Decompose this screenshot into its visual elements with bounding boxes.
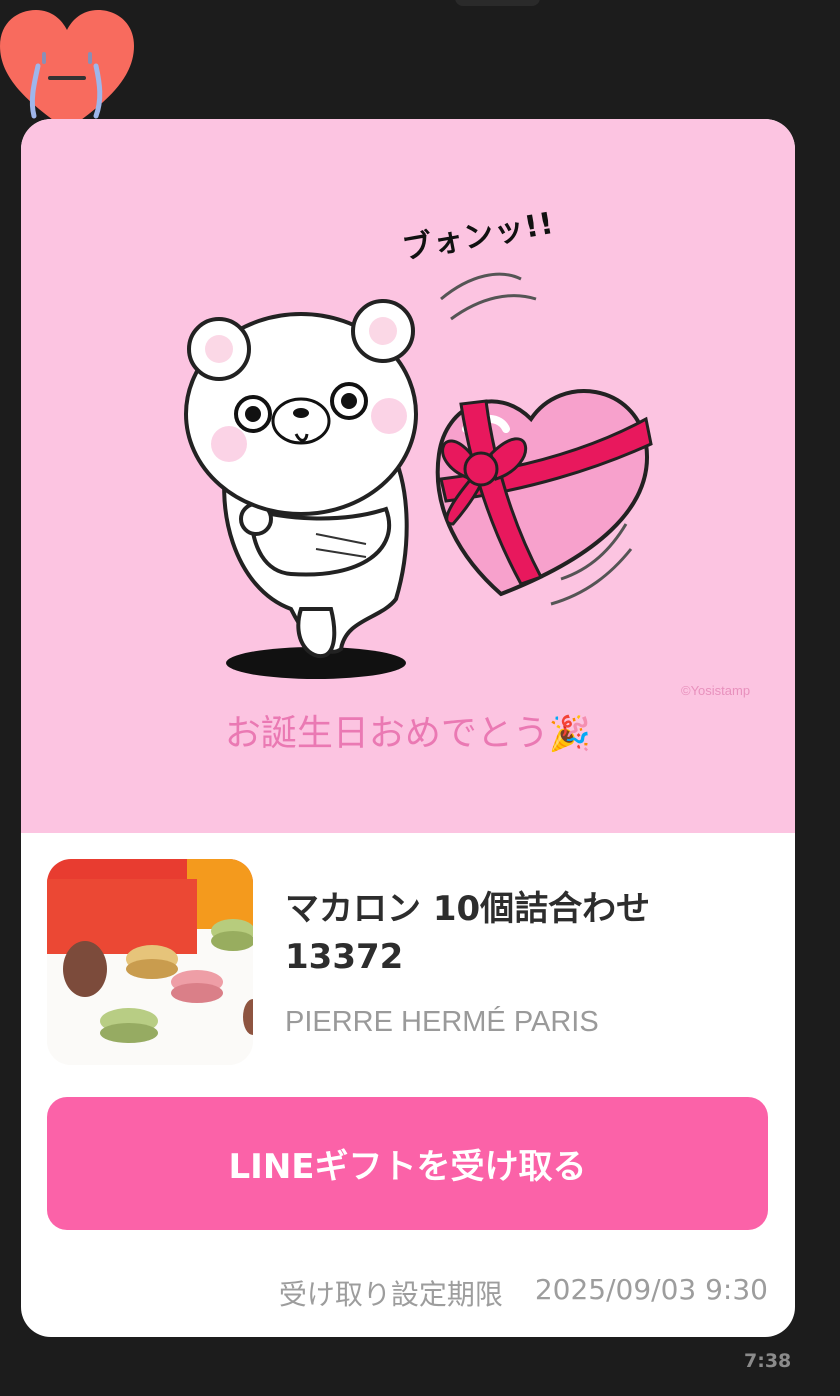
deadline-label: 受け取り設定期限: [278, 1278, 503, 1311]
product-name: マカロン 10個詰合わせ 13372: [285, 885, 745, 981]
product-info[interactable]: マカロン 10個詰合わせ 13372 PIERRE HERMÉ PARIS: [21, 833, 795, 1093]
crying-heart-icon[interactable]: [0, 4, 134, 134]
receive-deadline: 受け取り設定期限 2025/09/03 9:30: [279, 1273, 768, 1313]
gift-message-text: お誕生日おめでとう: [224, 713, 549, 754]
gift-message-card[interactable]: ブォンッ!! ©Yosistamp お誕生日おめでとう🎉 マカロン 10個詰合わ…: [21, 119, 795, 1337]
gift-message: お誕生日おめでとう🎉: [21, 704, 795, 756]
product-name-line2: 13372: [285, 937, 404, 977]
gift-banner: ブォンッ!! ©Yosistamp お誕生日おめでとう🎉: [21, 119, 795, 833]
product-name-line1: マカロン 10個詰合わせ: [285, 889, 651, 929]
status-notch: [455, 0, 540, 6]
message-timestamp: 7:38: [744, 1350, 792, 1372]
party-popper-icon: 🎉: [548, 714, 592, 754]
deadline-value: 2025/09/03 9:30: [534, 1273, 768, 1306]
receive-gift-button[interactable]: LINEギフトを受け取る: [47, 1097, 768, 1230]
product-brand: PIERRE HERMÉ PARIS: [285, 1006, 599, 1038]
sticker-copyright: ©Yosistamp: [681, 683, 751, 698]
macaron-box-image[interactable]: [47, 859, 253, 1065]
